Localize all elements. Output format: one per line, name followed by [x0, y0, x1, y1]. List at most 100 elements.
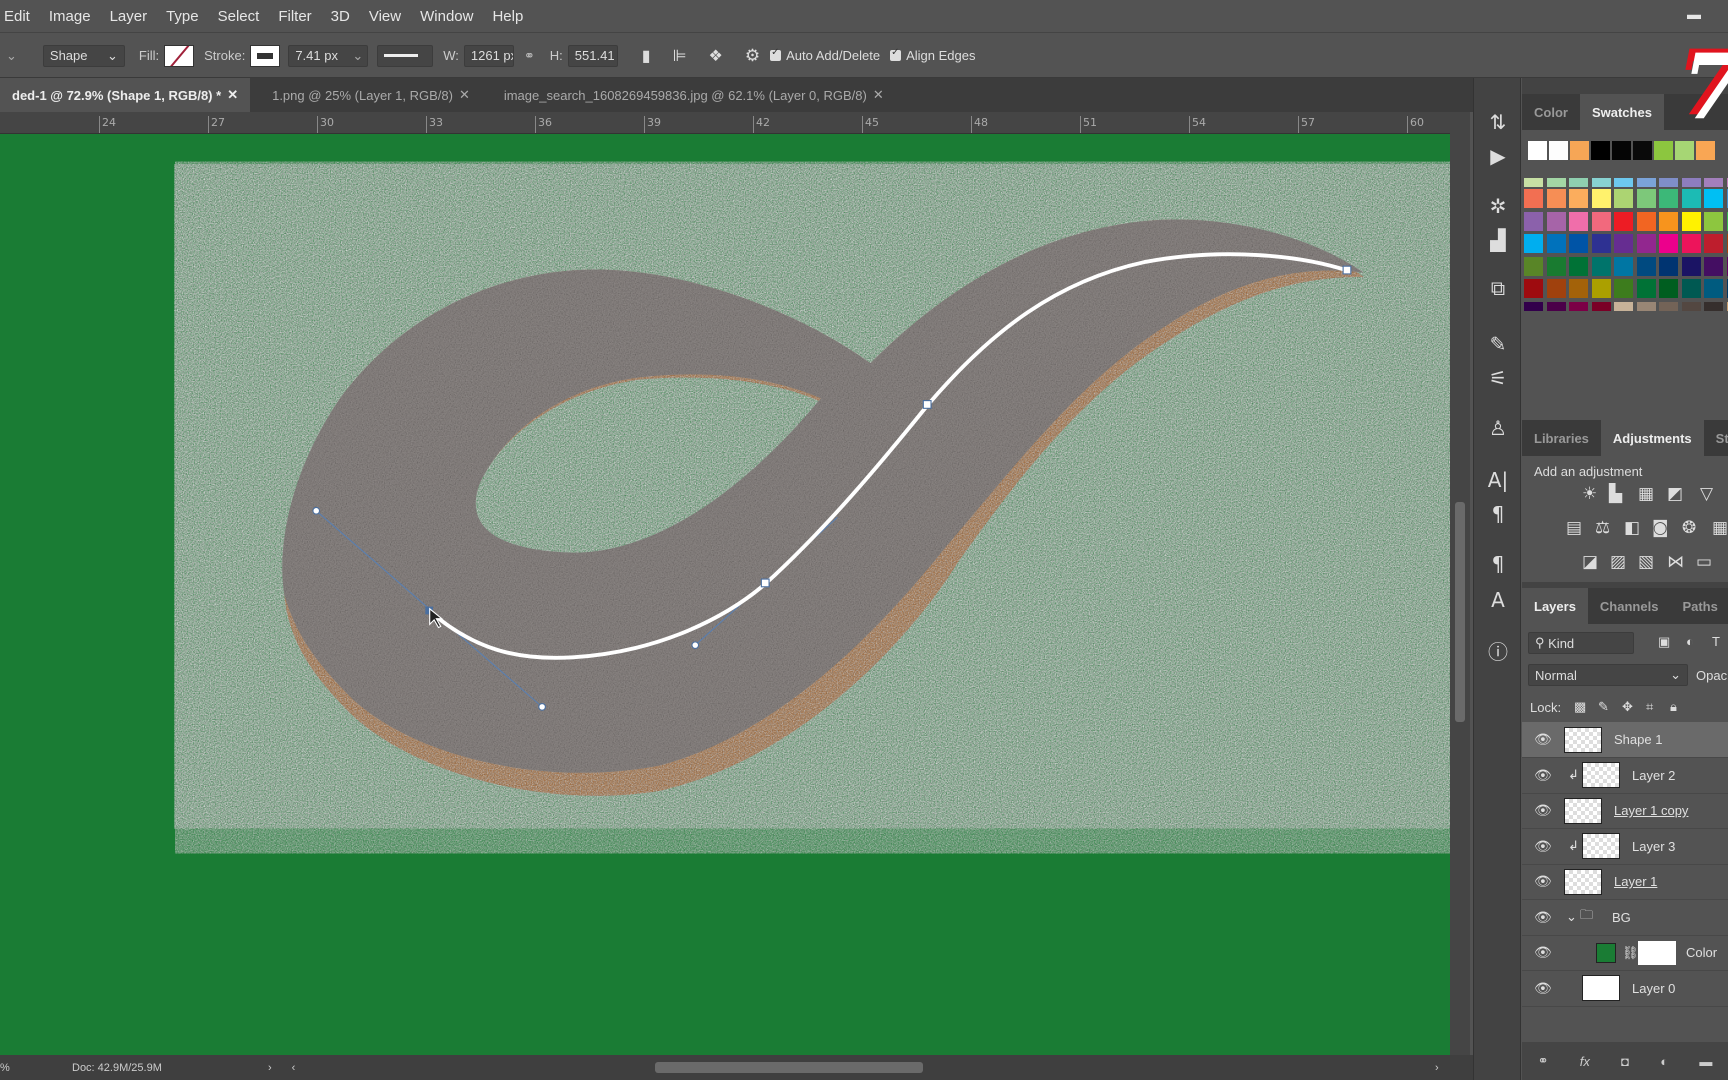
- layer-row[interactable]: 👁︎ ⌄ 🗀︎ BG: [1522, 900, 1728, 936]
- swatch[interactable]: [1704, 178, 1723, 187]
- menu-layer[interactable]: Layer: [110, 8, 148, 25]
- fill-swatch[interactable]: [164, 44, 195, 67]
- swatch[interactable]: [1659, 301, 1678, 311]
- recent-swatch[interactable]: [1612, 141, 1631, 160]
- swatch[interactable]: [1569, 189, 1588, 208]
- zoom-level[interactable]: %: [0, 1062, 40, 1074]
- tab-styles[interactable]: Styl: [1704, 420, 1728, 456]
- swatch[interactable]: [1704, 211, 1723, 231]
- expand-chevron-icon[interactable]: ⌄: [1566, 909, 1577, 925]
- swatch[interactable]: [1524, 189, 1543, 208]
- swatch[interactable]: [1569, 178, 1588, 187]
- swatch[interactable]: [1546, 189, 1566, 208]
- layer-name[interactable]: Layer 1 copy: [1614, 803, 1688, 818]
- swatch[interactable]: [1591, 178, 1611, 187]
- blend-mode-select[interactable]: Normal ⌄: [1528, 664, 1688, 686]
- handle-point[interactable]: [538, 703, 546, 711]
- swatch[interactable]: [1704, 189, 1723, 208]
- tool-preset-dropdown[interactable]: ⌄: [6, 48, 17, 64]
- swatch[interactable]: [1546, 211, 1566, 231]
- swatch[interactable]: [1659, 178, 1678, 187]
- path-alignment-icon[interactable]: ⊫: [673, 46, 687, 66]
- swatch[interactable]: [1704, 256, 1723, 276]
- menu-view[interactable]: View: [369, 8, 401, 25]
- visibility-eye-icon[interactable]: 👁︎: [1534, 838, 1552, 855]
- tab-1-png[interactable]: 1.png @ 25% (Layer 1, RGB/8) ✕: [260, 78, 482, 112]
- swatch[interactable]: [1524, 256, 1543, 276]
- histogram-icon[interactable]: ▟: [1474, 228, 1522, 252]
- layer-row[interactable]: 👁︎ Shape 1: [1522, 722, 1728, 758]
- tab-swatches[interactable]: Swatches: [1579, 94, 1664, 130]
- visibility-eye-icon[interactable]: 👁︎: [1534, 802, 1552, 819]
- layer-name[interactable]: Layer 0: [1632, 981, 1675, 996]
- hue-saturation-icon[interactable]: ▤: [1566, 518, 1582, 538]
- add-mask-icon[interactable]: ◘: [1621, 1054, 1629, 1069]
- swatch[interactable]: [1614, 211, 1633, 231]
- swatch[interactable]: [1569, 234, 1588, 253]
- menu-filter[interactable]: Filter: [278, 8, 311, 25]
- swatch[interactable]: [1546, 234, 1566, 253]
- stroke-type-select[interactable]: [377, 44, 434, 67]
- swatch[interactable]: [1636, 301, 1656, 311]
- swatch[interactable]: [1659, 211, 1678, 231]
- layer-filter-select[interactable]: ⚲ Kind: [1528, 632, 1634, 654]
- lock-pixels-icon[interactable]: ✎: [1598, 699, 1609, 715]
- stroke-width-dropdown[interactable]: ⌄: [352, 48, 363, 64]
- menu-type[interactable]: Type: [166, 8, 199, 25]
- fx-icon[interactable]: fx: [1580, 1054, 1590, 1069]
- swatch[interactable]: [1636, 189, 1656, 208]
- clone-source-icon[interactable]: ♙: [1474, 416, 1522, 440]
- swatch[interactable]: [1546, 256, 1566, 276]
- layer-row[interactable]: 👁︎ ↲ Layer 3: [1522, 829, 1728, 865]
- swatch[interactable]: [1591, 211, 1611, 231]
- lock-artboard-icon[interactable]: ⌗: [1646, 699, 1653, 715]
- swatch[interactable]: [1636, 234, 1656, 253]
- paragraph-styles-icon[interactable]: ¶: [1474, 552, 1522, 576]
- swatch[interactable]: [1524, 279, 1543, 298]
- width-input[interactable]: 1261 px: [463, 44, 514, 67]
- swatch[interactable]: [1704, 234, 1723, 253]
- stroke-swatch[interactable]: [250, 44, 281, 67]
- swatch[interactable]: [1636, 279, 1656, 298]
- menu-select[interactable]: Select: [218, 8, 260, 25]
- swatch[interactable]: [1614, 189, 1633, 208]
- tab-paths[interactable]: Paths: [1670, 588, 1728, 624]
- swatch[interactable]: [1636, 211, 1656, 231]
- layer-name[interactable]: Layer 1: [1614, 874, 1657, 889]
- gear-icon[interactable]: ⚙: [745, 46, 760, 66]
- swatch[interactable]: [1614, 256, 1633, 276]
- visibility-eye-icon[interactable]: 👁︎: [1534, 944, 1552, 961]
- menu-3d[interactable]: 3D: [331, 8, 350, 25]
- anchor-point[interactable]: [760, 578, 770, 588]
- swatch[interactable]: [1591, 234, 1611, 253]
- character-icon[interactable]: A|: [1474, 468, 1522, 492]
- vibrance-icon[interactable]: ▽: [1700, 484, 1713, 504]
- layer-name[interactable]: Layer 3: [1632, 839, 1675, 854]
- layer-row[interactable]: 👁︎ ↲ Layer 2: [1522, 758, 1728, 794]
- tab-channels[interactable]: Channels: [1588, 588, 1671, 624]
- swatch[interactable]: [1569, 301, 1588, 311]
- swatch[interactable]: [1659, 234, 1678, 253]
- lock-all-icon[interactable]: 🔒︎: [1670, 699, 1677, 715]
- scroll-right-icon[interactable]: ›: [1435, 1062, 1439, 1074]
- curves-icon[interactable]: ▦: [1638, 484, 1654, 504]
- tab-color[interactable]: Color: [1522, 94, 1580, 130]
- info-icon[interactable]: ⓘ: [1474, 636, 1522, 665]
- layer-row[interactable]: 👁︎ Layer 1: [1522, 864, 1728, 900]
- character-styles-icon[interactable]: A: [1474, 588, 1522, 612]
- swatch[interactable]: [1591, 189, 1611, 208]
- swatch[interactable]: [1614, 301, 1633, 311]
- align-edges-checkbox[interactable]: [890, 47, 902, 61]
- layer-row[interactable]: 👁︎ Layer 0: [1522, 971, 1728, 1007]
- channel-mixer-icon[interactable]: ❂: [1682, 518, 1696, 538]
- lock-position-icon[interactable]: ✥: [1622, 699, 1633, 715]
- navigator-wheel-icon[interactable]: ✲: [1474, 194, 1522, 218]
- paragraph-icon[interactable]: ¶: [1474, 502, 1522, 526]
- scroll-thumb[interactable]: [1455, 502, 1465, 722]
- swatch[interactable]: [1591, 279, 1611, 298]
- filter-type-icon[interactable]: T: [1712, 634, 1720, 649]
- vertical-scrollbar[interactable]: [1450, 112, 1470, 1055]
- swatch[interactable]: [1524, 211, 1543, 231]
- photo-filter-icon[interactable]: ◙: [1652, 518, 1669, 538]
- scroll-left-icon[interactable]: ‹: [292, 1062, 296, 1074]
